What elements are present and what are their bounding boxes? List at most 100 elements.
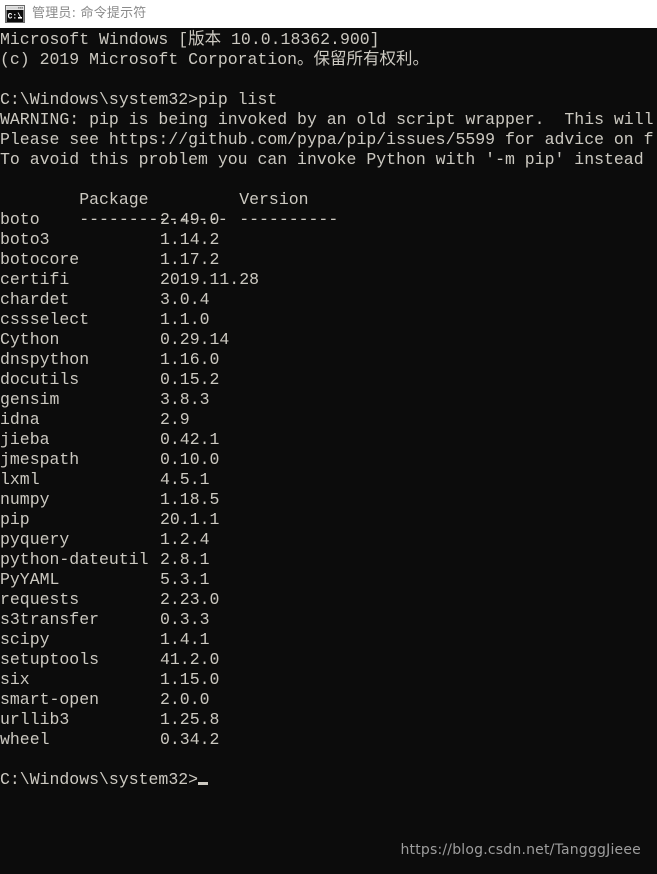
cell-package-version: 2019.11.28	[160, 270, 260, 289]
console-line-copyright: (c) 2019 Microsoft Corporation。保留所有权利。	[0, 50, 430, 69]
watermark-text: https://blog.csdn.net/TangggJieee	[400, 842, 641, 858]
cell-package-name: cssselect	[0, 310, 90, 329]
cell-package-version: 1.16.0	[160, 350, 220, 369]
cell-package-version: 1.17.2	[160, 250, 220, 269]
cell-package-name: s3transfer	[0, 610, 100, 629]
table-row: certifi 2019.11.28	[0, 270, 657, 290]
package-table-body: boto 2.49.0 boto3 1.14.2 botocore 1.17.2 certi…	[0, 210, 657, 750]
column-header-package: Package	[79, 190, 149, 209]
cell-package-version: 2.23.0	[160, 590, 220, 609]
cell-package-version: 41.2.0	[160, 650, 220, 669]
cell-package-version: 0.10.0	[160, 450, 220, 469]
cmd-console-icon: C:\	[5, 4, 25, 23]
cell-package-name: requests	[0, 590, 80, 609]
table-row: s3transfer 0.3.3	[0, 610, 657, 630]
table-row: requests 2.23.0	[0, 590, 657, 610]
block-cursor-icon	[198, 782, 209, 785]
cell-package-version: 3.8.3	[160, 390, 210, 409]
table-row: jmespath 0.10.0	[0, 450, 657, 470]
cell-package-version: 1.15.0	[160, 670, 220, 689]
cell-package-version: 2.0.0	[160, 690, 210, 709]
cell-package-name: certifi	[0, 270, 70, 289]
cell-package-version: 1.18.5	[160, 490, 220, 509]
table-row: dnspython 1.16.0	[0, 350, 657, 370]
table-row: pip 20.1.1	[0, 510, 657, 530]
cell-package-name: jmespath	[0, 450, 80, 469]
cell-package-name: dnspython	[0, 350, 90, 369]
table-header-row: Package Version	[0, 170, 657, 209]
cell-package-name: smart-open	[0, 690, 100, 709]
console-line-blank-2	[0, 750, 657, 770]
table-row: smart-open 2.0.0	[0, 690, 657, 710]
cell-package-name: numpy	[0, 490, 50, 509]
cell-package-name: Cython	[0, 330, 60, 349]
cell-package-version: 1.1.0	[160, 310, 210, 329]
table-row: scipy 1.4.1	[0, 630, 657, 650]
cell-package-name: docutils	[0, 370, 80, 389]
table-row: wheel 0.34.2	[0, 730, 657, 750]
table-row: python-dateutil 2.8.1	[0, 550, 657, 570]
table-row: pyquery 1.2.4	[0, 530, 657, 550]
cell-package-name: wheel	[0, 730, 50, 749]
cell-package-version: 3.0.4	[160, 290, 210, 309]
cell-package-name: jieba	[0, 430, 50, 449]
cell-package-version: 2.9	[160, 410, 190, 429]
console-warning-line-3: To avoid this problem you can invoke Pyt…	[0, 150, 644, 169]
cell-package-name: idna	[0, 410, 40, 429]
cell-package-version: 20.1.1	[160, 510, 220, 529]
cell-package-name: six	[0, 670, 30, 689]
table-row: boto3 1.14.2	[0, 230, 657, 250]
cell-package-version: 0.34.2	[160, 730, 220, 749]
cell-package-version: 1.4.1	[160, 630, 210, 649]
cell-package-version: 5.3.1	[160, 570, 210, 589]
console-warning-line-1: WARNING: pip is being invoked by an old …	[0, 110, 654, 129]
separator-version: ----------	[239, 210, 339, 229]
cell-package-version: 4.5.1	[160, 470, 210, 489]
console-screen: Microsoft Windows [版本 10.0.18362.900] (c…	[0, 30, 657, 790]
title-bar[interactable]: C:\ 管理员: 命令提示符	[0, 0, 657, 28]
cell-package-version: 2.49.0	[160, 210, 220, 229]
console-final-prompt-line: C:\Windows\system32>	[0, 770, 657, 790]
table-row: Cython 0.29.14	[0, 330, 657, 350]
console-command-line: C:\Windows\system32>pip list	[0, 90, 278, 109]
final-prompt-text: C:\Windows\system32>	[0, 770, 199, 789]
cell-package-version: 2.8.1	[160, 550, 210, 569]
console-line-blank-1	[0, 70, 657, 90]
cell-package-version: 1.2.4	[160, 530, 210, 549]
console-line-version: Microsoft Windows [版本 10.0.18362.900]	[0, 30, 380, 49]
console-warning-line-2: Please see https://github.com/pypa/pip/i…	[0, 130, 654, 149]
table-row: urllib3 1.25.8	[0, 710, 657, 730]
column-header-version: Version	[239, 190, 309, 209]
cell-package-name: chardet	[0, 290, 70, 309]
cell-package-name: boto3	[0, 230, 50, 249]
cell-package-name: lxml	[0, 470, 40, 489]
cell-package-name: scipy	[0, 630, 50, 649]
cmd-window: C:\ 管理员: 命令提示符 Microsoft Windows [版本 10.…	[0, 0, 657, 874]
table-row: gensim 3.8.3	[0, 390, 657, 410]
cell-package-name: pyquery	[0, 530, 70, 549]
table-row: docutils 0.15.2	[0, 370, 657, 390]
cell-package-name: botocore	[0, 250, 80, 269]
table-row: botocore 1.17.2	[0, 250, 657, 270]
cell-package-name: pip	[0, 510, 30, 529]
table-row: PyYAML 5.3.1	[0, 570, 657, 590]
cell-package-version: 1.14.2	[160, 230, 220, 249]
cell-package-version: 0.42.1	[160, 430, 220, 449]
cell-package-name: urllib3	[0, 710, 70, 729]
table-row: setuptools 41.2.0	[0, 650, 657, 670]
table-row: chardet 3.0.4	[0, 290, 657, 310]
window-title: 管理员: 命令提示符	[32, 5, 147, 21]
table-row: idna 2.9	[0, 410, 657, 430]
table-row: jieba 0.42.1	[0, 430, 657, 450]
table-row: lxml 4.5.1	[0, 470, 657, 490]
cell-package-name: gensim	[0, 390, 60, 409]
console-output-area[interactable]: Microsoft Windows [版本 10.0.18362.900] (c…	[0, 28, 657, 874]
table-row: six 1.15.0	[0, 670, 657, 690]
cell-package-version: 1.25.8	[160, 710, 220, 729]
table-row: numpy 1.18.5	[0, 490, 657, 510]
cell-package-name: python-dateutil	[0, 550, 149, 569]
cell-package-name: boto	[0, 210, 40, 229]
cell-package-version: 0.29.14	[160, 330, 230, 349]
cell-package-name: PyYAML	[0, 570, 60, 589]
cell-package-version: 0.3.3	[160, 610, 210, 629]
